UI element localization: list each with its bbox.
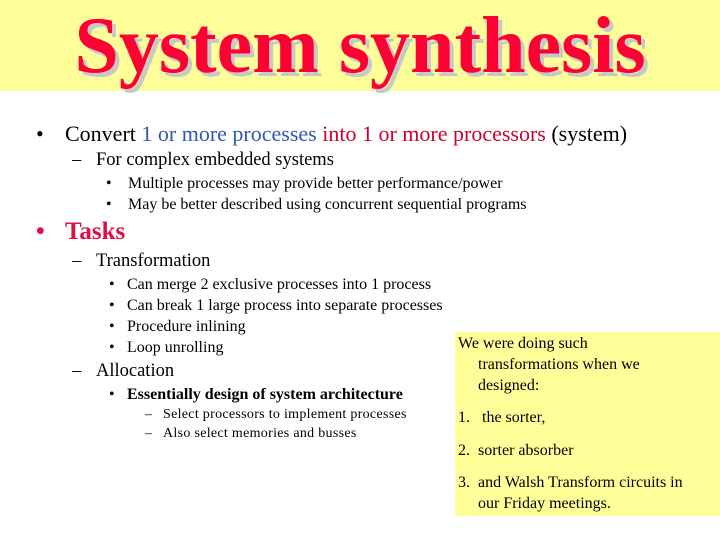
note-item-number: 1. [458,409,470,426]
dash-marker: – [72,251,82,271]
tasks-heading: Tasks [65,218,126,245]
bullet-transformation-sub-4: • Loop unrolling [109,339,223,357]
note-item-3: 3. and Walsh Transform circuits in [458,474,683,492]
transformation-sub-text: Can break 1 large process into separate … [127,297,443,314]
bullet-marker: • [109,339,115,356]
convert-processors: into 1 or more processors [316,121,546,146]
note-item-number: 3. [458,474,470,491]
note-item-3-cont: our Friday meetings. [478,495,611,512]
note-item-text: sorter absorber [478,442,574,459]
bullet-marker: • [109,386,115,403]
allocation-sub-sub-text: Select processors to implement processes [163,407,407,422]
transformation-sub-text: Can merge 2 exclusive processes into 1 p… [127,276,432,293]
note-intro-line-1: We were doing such [458,335,588,352]
bullet-marker: • [106,196,112,213]
dash-marker: – [145,407,153,422]
complex-sub-text: May be better described using concurrent… [128,196,527,213]
convert-processes: 1 or more processes [141,121,317,146]
bullet-marker: • [109,318,115,335]
allocation-text: Allocation [96,361,175,381]
bullet-allocation-sub: • Essentially design of system architectu… [109,386,403,404]
bullet-marker: • [109,276,115,293]
bullet-marker: • [36,218,45,245]
complex-sub-text: Multiple processes may provide better pe… [128,175,503,192]
bullet-tasks: • Tasks [36,218,125,246]
note-item-text: the sorter, [478,409,546,426]
complex-text: For complex embedded systems [96,150,334,170]
transformation-text: Transformation [96,251,211,271]
bullet-transformation-sub-3: • Procedure inlining [109,318,246,336]
note-box: We were doing such transformations when … [455,332,720,516]
bullet-marker: • [36,121,44,146]
transformation-sub-text: Procedure inlining [127,318,246,335]
note-item-1: 1. the sorter, [458,409,545,427]
note-item-text: and Walsh Transform circuits in [478,474,683,491]
note-intro-line-2: transformations when we [478,356,640,373]
transformation-sub-text: Loop unrolling [127,339,224,356]
slide-title: System synthesis [74,2,646,90]
bullet-transformation: – Transformation [72,251,210,272]
bullet-convert: • Convert 1 or more processes into 1 or m… [36,121,627,147]
note-item-2: 2. sorter absorber [458,442,574,460]
bullet-complex: – For complex embedded systems [72,150,334,171]
bullet-marker: • [106,175,112,192]
dash-marker: – [72,361,82,381]
convert-prefix: Convert [65,121,142,146]
bullet-allocation: – Allocation [72,361,174,382]
bullet-complex-sub-2: • May be better described using concurren… [106,196,527,214]
note-intro-line-3: designed: [478,377,540,394]
note-item-number: 2. [458,442,470,459]
bullet-transformation-sub-1: • Can merge 2 exclusive processes into 1 … [109,276,431,294]
bullet-allocation-sub-sub-1: – Select processors to implement processe… [145,407,407,423]
dash-marker: – [72,150,82,170]
bullet-allocation-sub-sub-2: – Also select memories and busses [145,426,357,442]
dash-marker: – [145,426,153,441]
bullet-marker: • [109,297,115,314]
bullet-complex-sub-1: • Multiple processes may provide better p… [106,175,503,193]
allocation-sub-sub-text: Also select memories and busses [163,426,357,441]
convert-suffix: (system) [545,121,628,146]
bullet-transformation-sub-2: • Can break 1 large process into separate… [109,297,443,315]
allocation-sub-text: Essentially design of system architectur… [127,386,403,403]
